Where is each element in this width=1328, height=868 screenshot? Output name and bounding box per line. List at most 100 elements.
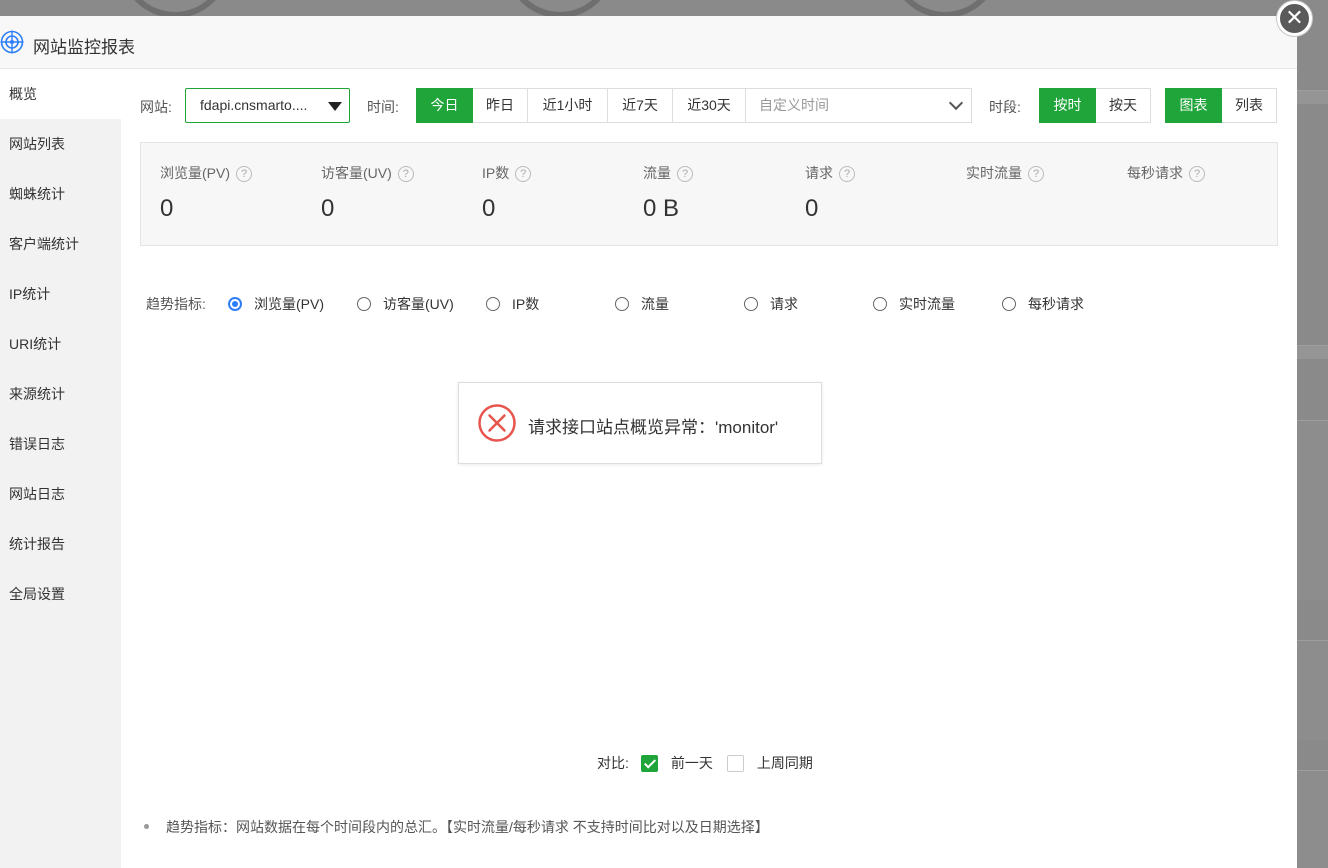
stat-uv: 访客量(UV)? 0	[321, 163, 414, 223]
trend-note-text: 趋势指标：网站数据在每个时间段内的总汇。【实时流量/每秒请求 不支持时间比对以及…	[166, 819, 769, 835]
help-icon[interactable]: ?	[397, 166, 414, 182]
trend-radio-pv[interactable]: 浏览量(PV)	[228, 294, 324, 314]
sidebar-item-referer-stats[interactable]: 来源统计	[0, 369, 121, 419]
compare-previous-day-label[interactable]: 前一天	[671, 753, 713, 773]
radar-logo-icon	[0, 30, 24, 54]
compare-last-week-label[interactable]: 上周同期	[757, 753, 813, 773]
sidebar-item-site-log[interactable]: 网站日志	[0, 469, 121, 519]
help-icon[interactable]: ?	[1028, 166, 1044, 182]
trend-radio-realtime-traffic[interactable]: 实时流量	[873, 294, 955, 314]
trend-radio-ip[interactable]: IP数	[486, 294, 539, 314]
stat-value: 0	[482, 195, 496, 222]
trend-label: 趋势指标:	[146, 296, 206, 312]
radio-label: 每秒请求	[1028, 296, 1084, 312]
help-icon[interactable]: ?	[515, 166, 532, 182]
stat-label: 浏览量(PV)	[160, 165, 230, 181]
radio-dot[interactable]	[228, 297, 242, 311]
backdrop-strip	[1296, 90, 1328, 104]
sidebar-nav: 概览 网站列表 蜘蛛统计 客户端统计 IP统计 URI统计 来源统计 错误日志 …	[0, 69, 121, 868]
stat-label: 访客量(UV)	[321, 165, 392, 181]
stat-realtime-traffic: 实时流量?	[966, 163, 1044, 195]
stat-ip: IP数? 0	[482, 163, 532, 223]
time-today-button[interactable]: 今日	[416, 88, 473, 123]
help-icon[interactable]: ?	[1189, 166, 1205, 182]
stat-label: 请求	[805, 165, 833, 181]
compare-label: 对比:	[597, 755, 629, 771]
view-mode-buttons: 图表 列表	[1165, 88, 1277, 123]
custom-time-picker[interactable]: 自定义时间	[745, 88, 972, 123]
stat-value: 0 B	[643, 195, 680, 222]
stat-label: 实时流量	[966, 165, 1022, 181]
stat-label: 每秒请求	[1127, 165, 1183, 181]
stat-traffic: 流量? 0 B	[643, 163, 693, 223]
close-dialog-button[interactable]: ✕	[1277, 1, 1312, 36]
time-last-hour-button[interactable]: 近1小时	[527, 88, 608, 123]
backdrop-strip	[1296, 770, 1328, 868]
period-buttons: 按时 按天	[1039, 88, 1151, 123]
compare-previous-day-checkbox[interactable]	[640, 754, 658, 772]
backdrop-strip	[1296, 640, 1328, 740]
site-select-value: fdapi.cnsmarto....	[200, 97, 308, 113]
time-last-30-days-button[interactable]: 近30天	[672, 88, 746, 123]
trend-radio-uv[interactable]: 访客量(UV)	[357, 294, 454, 314]
close-icon: ✕	[1285, 5, 1304, 30]
time-yesterday-button[interactable]: 昨日	[472, 88, 528, 123]
radio-dot[interactable]	[744, 297, 758, 311]
compare-last-week-checkbox[interactable]	[726, 754, 744, 772]
dialog-title: 网站监控报表	[33, 38, 135, 57]
radio-dot[interactable]	[1002, 297, 1016, 311]
view-chart-button[interactable]: 图表	[1165, 88, 1222, 123]
stat-value: 0	[805, 195, 819, 222]
radio-label: 请求	[770, 296, 798, 312]
radio-label: 流量	[641, 296, 669, 312]
sidebar-item-stats-report[interactable]: 统计报告	[0, 519, 121, 569]
backdrop-strip	[1296, 345, 1328, 359]
trend-radio-rps[interactable]: 每秒请求	[1002, 294, 1084, 314]
stats-summary-panel: 浏览量(PV)? 0 访客量(UV)? 0 IP数? 0 流量? 0 B 请求?…	[140, 142, 1278, 246]
help-icon[interactable]: ?	[839, 166, 855, 182]
sidebar-item-client-stats[interactable]: 客户端统计	[0, 219, 121, 269]
view-list-button[interactable]: 列表	[1221, 88, 1277, 123]
caret-down-icon	[328, 102, 342, 111]
time-range-buttons: 今日 昨日 近1小时 近7天 近30天	[416, 88, 746, 123]
stat-requests-per-second: 每秒请求?	[1127, 163, 1205, 195]
radio-label: 访客量(UV)	[383, 296, 454, 312]
radio-label: 浏览量(PV)	[254, 296, 324, 312]
stat-label: 流量	[643, 165, 671, 181]
radio-dot[interactable]	[873, 297, 887, 311]
stat-requests: 请求? 0	[805, 163, 855, 223]
bullet-dot	[144, 824, 149, 829]
time-last-7-days-button[interactable]: 近7天	[607, 88, 673, 123]
time-label: 时间:	[367, 99, 399, 115]
sidebar-item-site-list[interactable]: 网站列表	[0, 119, 121, 169]
stat-label: IP数	[482, 165, 510, 181]
sidebar-item-ip-stats[interactable]: IP统计	[0, 269, 121, 319]
period-hourly-button[interactable]: 按时	[1039, 88, 1096, 123]
trend-radio-traffic[interactable]: 流量	[615, 294, 669, 314]
period-daily-button[interactable]: 按天	[1095, 88, 1151, 123]
sidebar-item-global-settings[interactable]: 全局设置	[0, 569, 121, 619]
stat-pv: 浏览量(PV)? 0	[160, 163, 252, 223]
backdrop-strip	[1296, 420, 1328, 600]
sidebar-item-uri-stats[interactable]: URI统计	[0, 319, 121, 369]
radio-dot[interactable]	[486, 297, 500, 311]
error-circle-x-icon	[478, 404, 516, 442]
stat-value: 0	[160, 195, 174, 222]
sidebar-item-overview[interactable]: 概览	[0, 69, 121, 119]
site-select[interactable]: fdapi.cnsmarto....	[185, 88, 350, 123]
help-icon[interactable]: ?	[677, 166, 693, 182]
radio-dot[interactable]	[357, 297, 371, 311]
sidebar-item-error-log[interactable]: 错误日志	[0, 419, 121, 469]
compare-options: 对比: 前一天 上周同期	[597, 753, 827, 773]
sidebar-item-spider-stats[interactable]: 蜘蛛统计	[0, 169, 121, 219]
error-message-box: 请求接口站点概览异常：'monitor'	[458, 382, 822, 464]
custom-time-placeholder: 自定义时间	[759, 97, 829, 113]
help-icon[interactable]: ?	[236, 166, 252, 182]
radio-label: 实时流量	[899, 296, 955, 312]
trend-radio-requests[interactable]: 请求	[744, 294, 798, 314]
radio-label: IP数	[512, 296, 540, 312]
radio-dot[interactable]	[615, 297, 629, 311]
period-label: 时段:	[989, 99, 1021, 115]
stat-value: 0	[321, 195, 335, 222]
monitor-report-dialog: 网站监控报表 概览 网站列表 蜘蛛统计 客户端统计 IP统计 URI统计 来源统…	[0, 16, 1297, 868]
